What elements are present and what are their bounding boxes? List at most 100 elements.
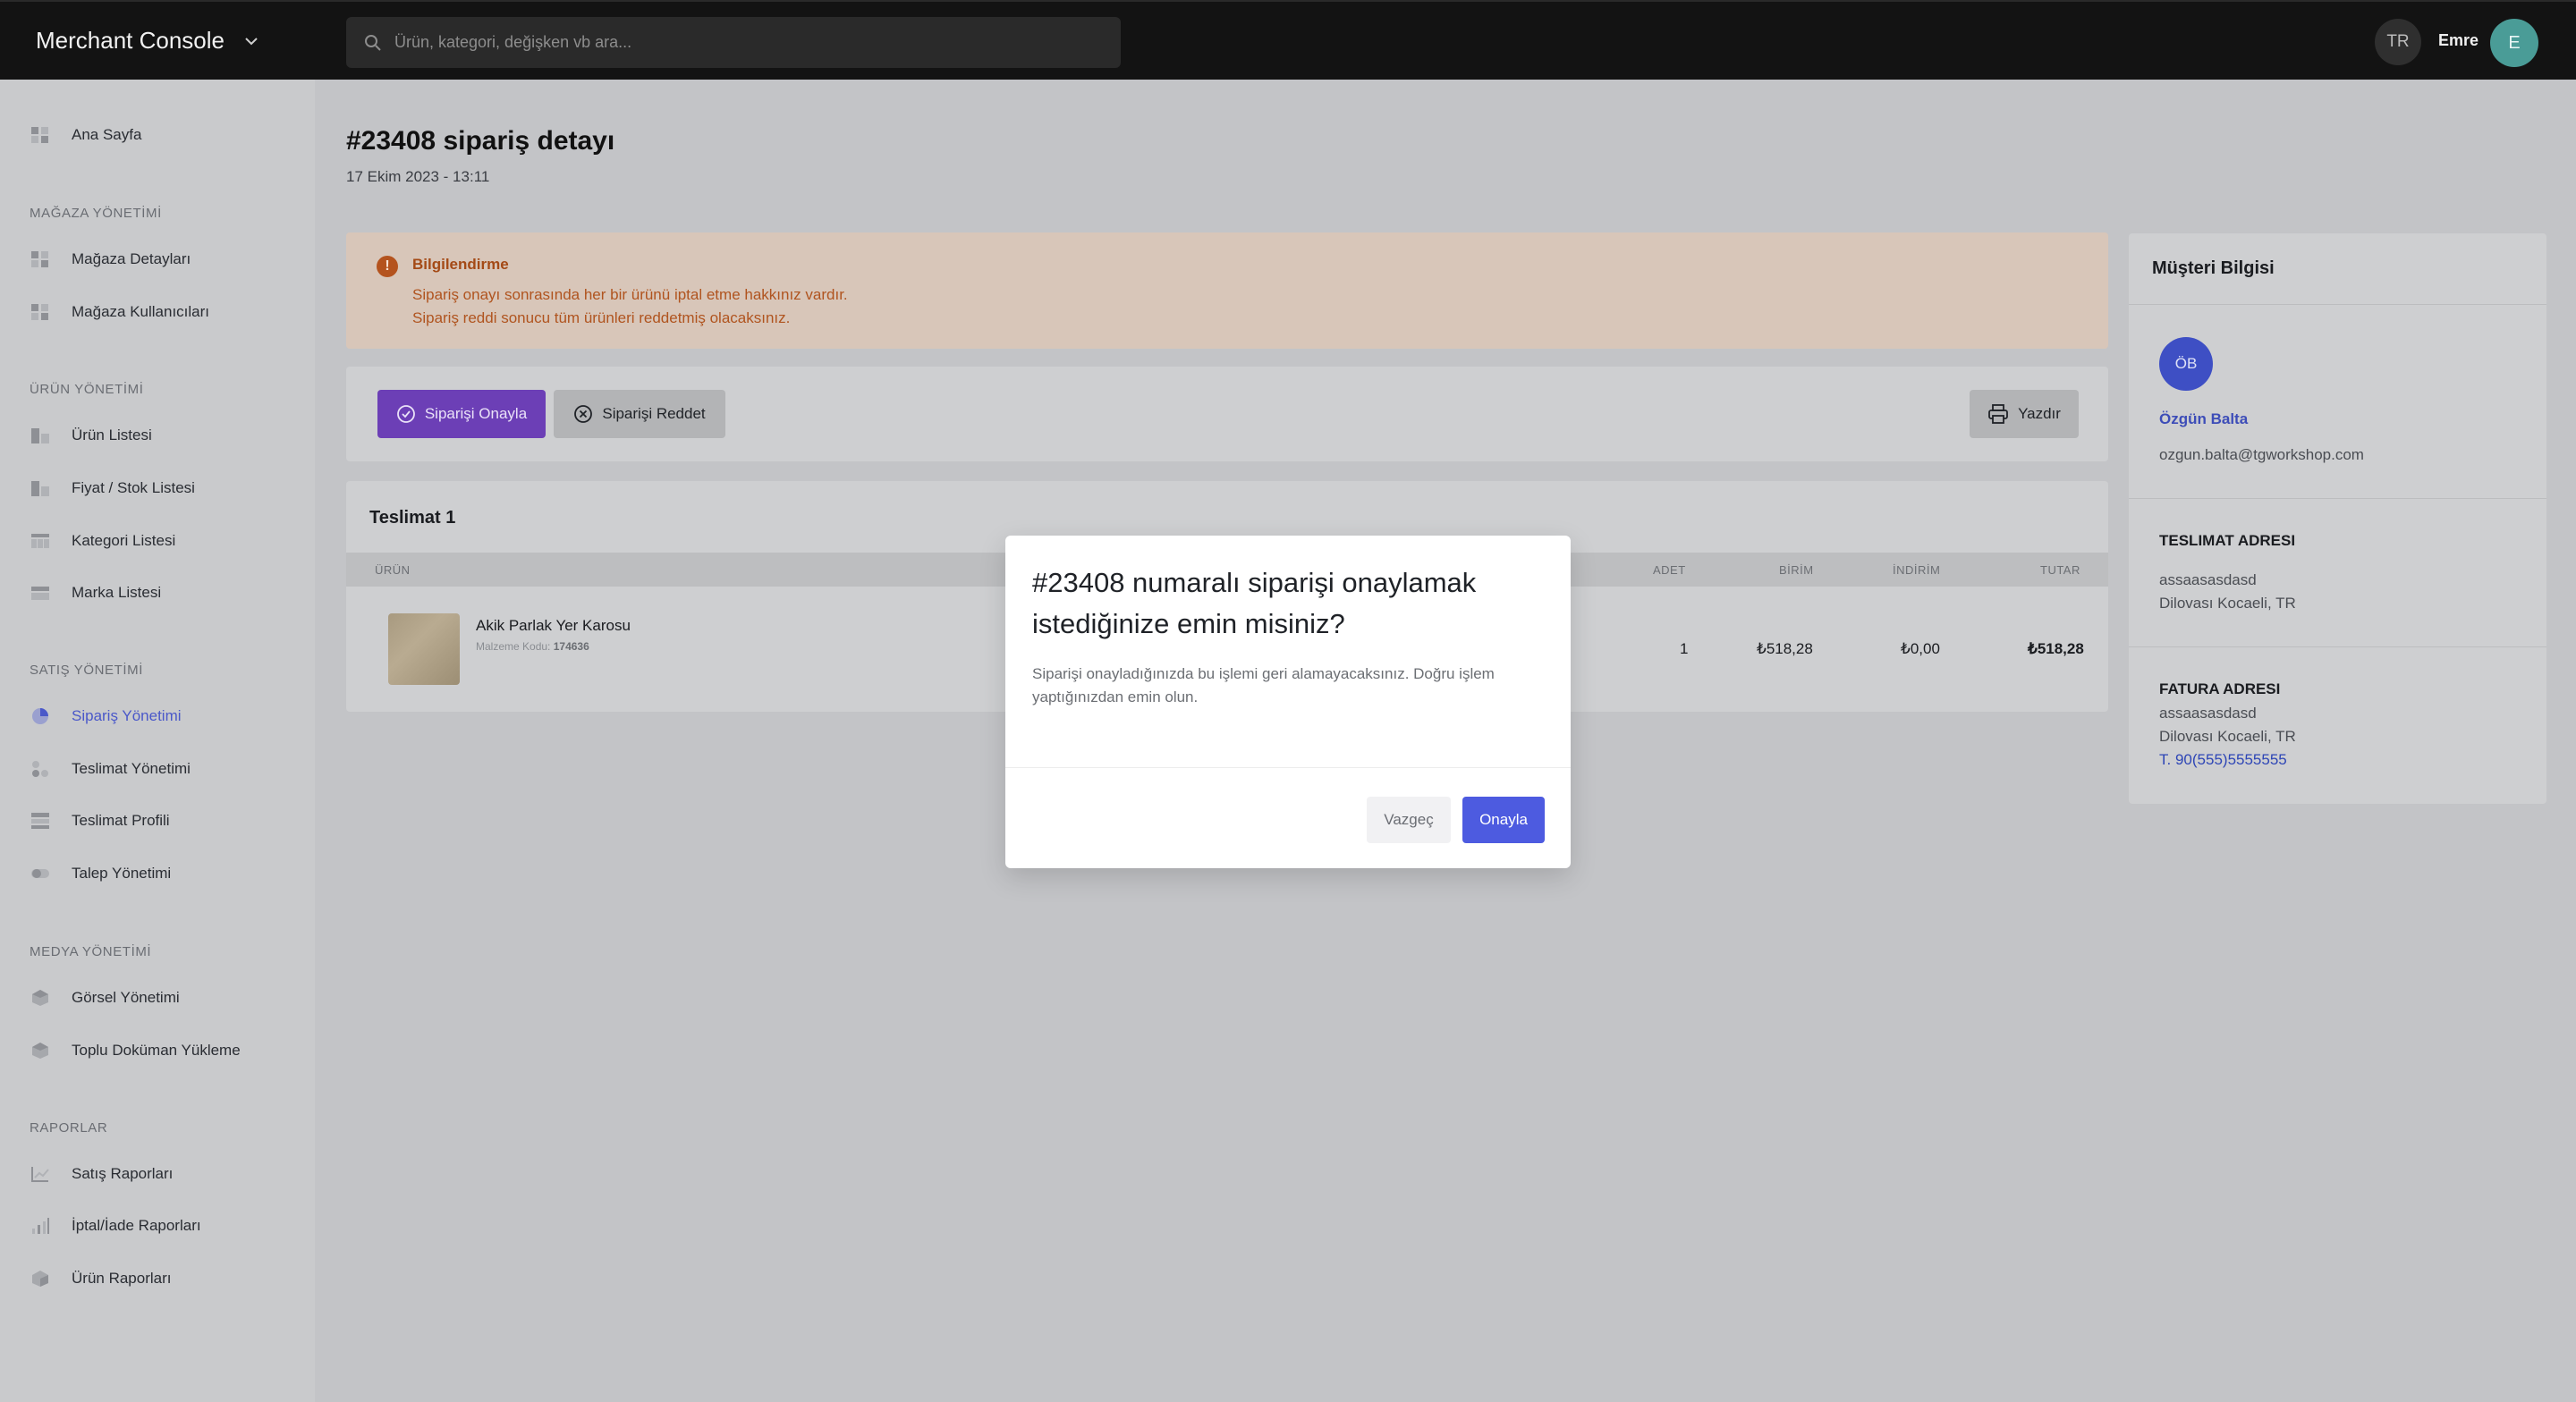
reject-order-button[interactable]: Siparişi Reddet bbox=[554, 390, 725, 438]
customer-email: ozgun.balta@tgworkshop.com bbox=[2159, 446, 2364, 463]
store-icon bbox=[31, 251, 48, 267]
sidebar-item-label: Talep Yönetimi bbox=[72, 865, 172, 882]
brand-name: Merchant Console bbox=[36, 27, 225, 54]
sidebar-item-return-reports[interactable]: İptal/İade Raporları bbox=[30, 1217, 201, 1235]
sidebar-item-label: Satış Raporları bbox=[72, 1165, 174, 1182]
button-label: Siparişi Reddet bbox=[602, 405, 706, 422]
sidebar-item-product-reports[interactable]: Ürün Raporları bbox=[30, 1270, 172, 1288]
sidebar-item-label: Toplu Doküman Yükleme bbox=[72, 1042, 241, 1059]
button-label: Yazdır bbox=[2018, 405, 2061, 422]
sidebar-item-label: Teslimat Yönetimi bbox=[72, 760, 191, 777]
profile-icon bbox=[31, 813, 49, 829]
sidebar-item-brand-list[interactable]: Marka Listesi bbox=[30, 584, 161, 602]
sidebar-item-price-stock[interactable]: Fiyat / Stok Listesi bbox=[30, 479, 195, 497]
user-name[interactable]: Emre bbox=[2438, 31, 2479, 50]
alert-line: Sipariş reddi sonucu tüm ürünleri reddet… bbox=[412, 309, 791, 326]
sidebar-item-label: Teslimat Profili bbox=[72, 812, 170, 829]
column-header: ÜRÜN bbox=[375, 563, 411, 577]
print-button[interactable]: Yazdır bbox=[1970, 390, 2079, 438]
product-code: Malzeme Kodu: 174636 bbox=[476, 640, 589, 653]
x-circle-icon bbox=[574, 405, 593, 423]
printer-icon bbox=[1988, 404, 2008, 424]
search-bar[interactable] bbox=[346, 17, 1121, 68]
sidebar-item-home[interactable]: Ana Sayfa bbox=[30, 126, 141, 144]
product-icon bbox=[31, 428, 49, 443]
button-label: Siparişi Onayla bbox=[424, 405, 528, 422]
check-circle-icon bbox=[396, 405, 415, 423]
order-icon bbox=[32, 708, 48, 724]
user-avatar[interactable]: E bbox=[2490, 19, 2538, 67]
sidebar-item-bulk-document-upload[interactable]: Toplu Doküman Yükleme bbox=[30, 1042, 241, 1060]
sidebar-item-sales-reports[interactable]: Satış Raporları bbox=[30, 1165, 173, 1183]
sidebar-item-store-users[interactable]: Mağaza Kullanıcıları bbox=[30, 303, 209, 321]
sidebar-item-label: İptal/İade Raporları bbox=[72, 1217, 201, 1234]
shipping-address-title: TESLIMAT ADRESI bbox=[2159, 532, 2296, 549]
sidebar-item-delivery-management[interactable]: Teslimat Yönetimi bbox=[30, 760, 191, 778]
divider bbox=[2129, 646, 2546, 647]
customer-info-card: Müşteri Bilgisi ÖB Özgün Balta ozgun.bal… bbox=[2129, 233, 2546, 804]
warning-icon: ! bbox=[377, 256, 398, 277]
info-alert: ! Bilgilendirme Sipariş onayı sonrasında… bbox=[346, 232, 2108, 349]
document-upload-icon bbox=[32, 1043, 48, 1059]
column-header: BİRİM bbox=[1779, 563, 1814, 577]
sidebar-section-title: RAPORLAR bbox=[30, 1120, 108, 1136]
box-icon bbox=[32, 1271, 48, 1287]
phone-link[interactable]: 90(555)5555555 bbox=[2175, 751, 2287, 768]
phone-prefix: T. bbox=[2159, 751, 2172, 768]
sidebar-item-label: Mağaza Kullanıcıları bbox=[72, 303, 210, 320]
category-icon bbox=[31, 534, 49, 548]
dialog-title: #23408 numaralı siparişi onaylamak isted… bbox=[1032, 567, 1477, 639]
language-button[interactable]: TR bbox=[2375, 19, 2421, 65]
billing-address-title: FATURA ADRESI bbox=[2159, 680, 2281, 697]
billing-phone: T. 90(555)5555555 bbox=[2159, 751, 2287, 769]
sidebar-item-category-list[interactable]: Kategori Listesi bbox=[30, 532, 175, 550]
cancel-button[interactable]: Vazgeç bbox=[1367, 797, 1451, 843]
divider bbox=[2129, 498, 2546, 499]
brand-icon bbox=[31, 587, 49, 600]
dialog-text: Siparişi onayladığınızda bu işlemi geri … bbox=[1032, 665, 1495, 705]
product-image[interactable] bbox=[388, 613, 460, 685]
product-name[interactable]: Akik Parlak Yer Karosu bbox=[476, 617, 631, 635]
sidebar-section-title: SATIŞ YÖNETİMİ bbox=[30, 663, 144, 678]
search-icon bbox=[365, 34, 381, 51]
sidebar-item-image-management[interactable]: Görsel Yönetimi bbox=[30, 989, 180, 1007]
billing-address-line: assaasasdasd bbox=[2159, 705, 2257, 722]
row-unit-price: ₺518,28 bbox=[1757, 640, 1813, 657]
sidebar-item-product-list[interactable]: Ürün Listesi bbox=[30, 427, 152, 444]
order-actions: Siparişi Onayla Siparişi Reddet Yazdır bbox=[346, 367, 2108, 461]
bar-chart-icon bbox=[32, 1218, 49, 1234]
sidebar-section-title: MAĞAZA YÖNETİMİ bbox=[30, 206, 162, 221]
sidebar-item-delivery-profile[interactable]: Teslimat Profili bbox=[30, 812, 170, 830]
shipping-address-line: Dilovası Kocaeli, TR bbox=[2159, 595, 2296, 612]
sidebar-item-store-details[interactable]: Mağaza Detayları bbox=[30, 250, 191, 268]
column-header: İNDİRİM bbox=[1893, 563, 1941, 577]
row-total: ₺518,28 bbox=[2028, 640, 2084, 657]
column-header: ADET bbox=[1653, 563, 1686, 577]
product-code-label: Malzeme Kodu: bbox=[476, 640, 551, 653]
shipping-address-line: assaasasdasd bbox=[2159, 571, 2257, 588]
brand-switcher[interactable]: Merchant Console bbox=[36, 27, 260, 55]
search-input[interactable] bbox=[394, 33, 1092, 52]
sidebar-item-label: Mağaza Detayları bbox=[72, 250, 191, 267]
customer-name-link[interactable]: Özgün Balta bbox=[2159, 410, 2248, 428]
toggle-icon bbox=[31, 869, 49, 878]
sidebar-section-title: MEDYA YÖNETİMİ bbox=[30, 944, 152, 959]
customer-heading: Müşteri Bilgisi bbox=[2152, 258, 2275, 278]
price-tag-icon bbox=[31, 481, 49, 496]
row-discount: ₺0,00 bbox=[1901, 640, 1940, 657]
delivery-title: Teslimat 1 bbox=[369, 508, 456, 528]
confirm-button[interactable]: Onayla bbox=[1462, 797, 1545, 843]
line-chart-icon bbox=[31, 1167, 49, 1182]
chevron-down-icon bbox=[245, 37, 258, 45]
row-qty: 1 bbox=[1680, 640, 1689, 657]
sidebar-item-request-management[interactable]: Talep Yönetimi bbox=[30, 865, 171, 883]
sidebar-item-order-management[interactable]: Sipariş Yönetimi bbox=[30, 707, 182, 725]
approve-order-button[interactable]: Siparişi Onayla bbox=[377, 390, 546, 438]
column-header: TUTAR bbox=[2040, 563, 2080, 577]
alert-line: Sipariş onayı sonrasında her bir ürünü i… bbox=[412, 286, 848, 303]
sidebar-item-label: Ürün Listesi bbox=[72, 427, 152, 443]
sidebar-item-label: Sipariş Yönetimi bbox=[72, 707, 182, 724]
sidebar-section-title: ÜRÜN YÖNETİMİ bbox=[30, 382, 144, 397]
sidebar-item-label: Marka Listesi bbox=[72, 584, 162, 601]
top-bar: Merchant Console TR Emre E bbox=[0, 0, 2576, 80]
